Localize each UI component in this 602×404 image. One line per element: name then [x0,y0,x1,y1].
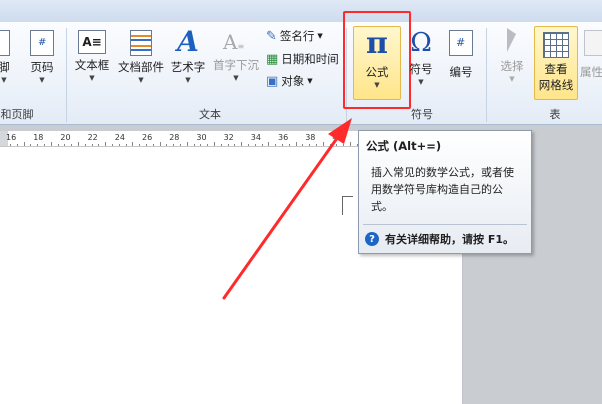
arrow-head [328,118,352,144]
arrow-shaft [222,132,342,300]
annotation-arrow [222,118,352,300]
